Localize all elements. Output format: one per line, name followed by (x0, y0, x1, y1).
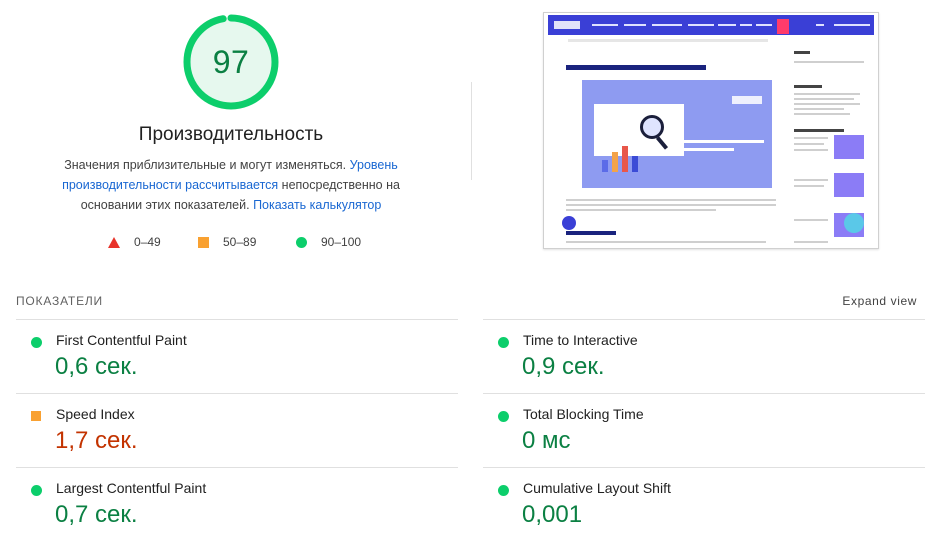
metric-cumulative-layout-shift: Cumulative Layout Shift 0,001 (483, 467, 925, 540)
thumb-logo (554, 21, 580, 29)
score-description: Значения приблизительные и могут изменят… (30, 155, 432, 215)
green-circle-icon (31, 337, 42, 348)
score-title: Производительность (138, 124, 324, 145)
green-circle-icon (31, 485, 42, 496)
metric-value: 0 мс (522, 427, 571, 454)
metric-value: 1,7 сек. (55, 427, 138, 454)
thumb-phone-icon (844, 213, 864, 233)
metric-value: 0,001 (522, 501, 583, 528)
green-circle-icon (498, 411, 509, 422)
metric-name: First Contentful Paint (56, 332, 187, 348)
metric-speed-index: Speed Index 1,7 сек. (16, 393, 458, 466)
metrics-section-label: ПОКАЗАТЕЛИ (16, 294, 103, 308)
green-circle-icon (498, 337, 509, 348)
thumb-cta (777, 19, 789, 34)
legend-item-average: 50–89 (198, 235, 256, 249)
calculator-link[interactable]: Показать калькулятор (253, 198, 381, 212)
metric-name: Total Blocking Time (523, 406, 644, 422)
green-circle-icon (296, 236, 307, 248)
vertical-divider (471, 82, 472, 180)
thumb-chat-bubble (562, 216, 576, 230)
description-text: Значения приблизительные и могут изменят… (64, 158, 347, 172)
orange-square-icon (31, 411, 41, 421)
metric-value: 0,7 сек. (55, 501, 138, 528)
performance-score-gauge: 97 (183, 14, 279, 110)
metric-time-to-interactive: Time to Interactive 0,9 сек. (483, 319, 925, 392)
legend-label: 0–49 (134, 235, 161, 249)
legend-item-poor: 0–49 (108, 235, 161, 249)
thumb-navbar (548, 15, 874, 35)
orange-square-icon (198, 236, 209, 248)
metric-name: Cumulative Layout Shift (523, 480, 671, 496)
expand-view-toggle[interactable]: Expand view (842, 294, 917, 308)
legend-label: 50–89 (223, 235, 257, 249)
metric-value: 0,6 сек. (55, 353, 138, 380)
metric-largest-contentful-paint: Largest Contentful Paint 0,7 сек. (16, 467, 458, 540)
score-value: 97 (212, 43, 250, 80)
legend-label: 90–100 (321, 235, 362, 249)
legend-item-good: 90–100 (296, 235, 361, 249)
metric-first-contentful-paint: First Contentful Paint 0,6 сек. (16, 319, 458, 392)
final-screenshot-thumbnail (543, 12, 879, 249)
red-triangle-icon (108, 236, 120, 248)
thumb-article-title (566, 65, 706, 70)
metric-name: Largest Contentful Paint (56, 480, 207, 496)
thumb-hero-image (582, 80, 772, 188)
metric-value: 0,9 сек. (522, 353, 605, 380)
thumb-magnifier-icon (640, 115, 664, 139)
metric-name: Time to Interactive (523, 332, 638, 348)
metric-total-blocking-time: Total Blocking Time 0 мс (483, 393, 925, 466)
score-legend: 0–49 50–89 90–100 (0, 235, 462, 253)
metric-name: Speed Index (56, 406, 135, 422)
green-circle-icon (498, 485, 509, 496)
